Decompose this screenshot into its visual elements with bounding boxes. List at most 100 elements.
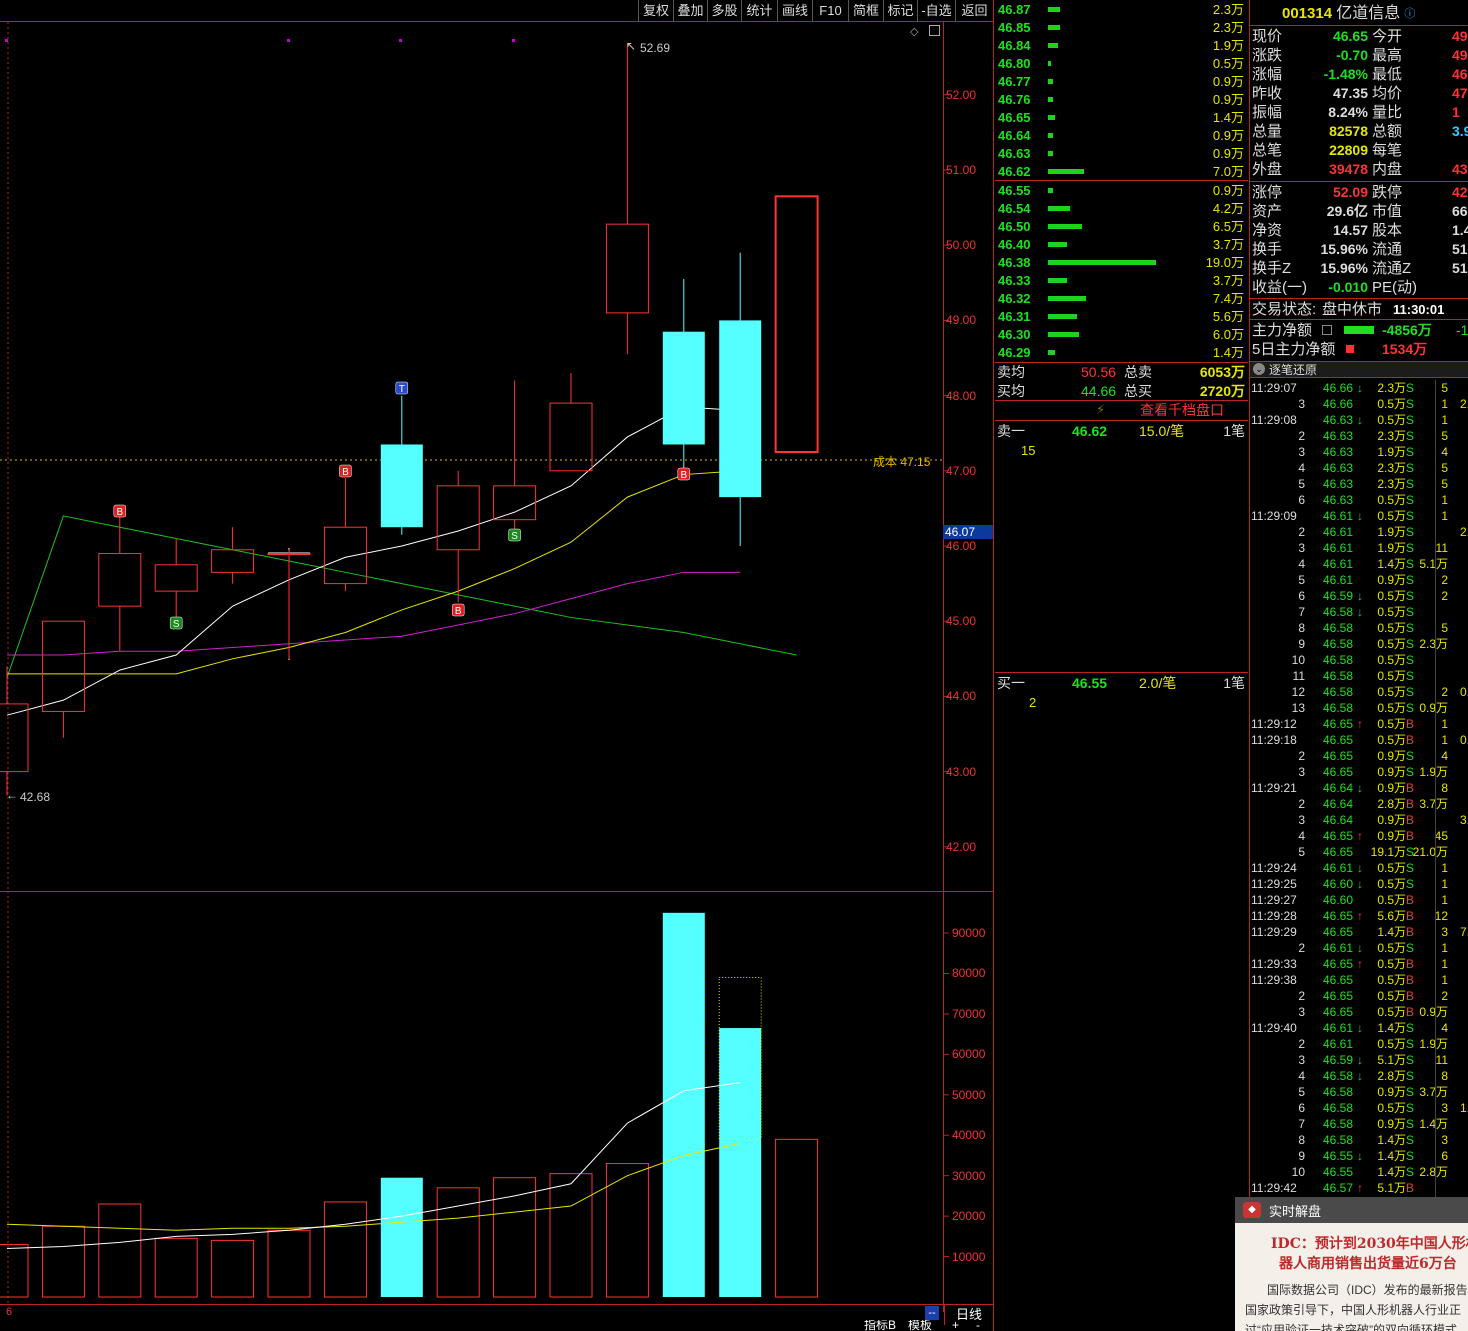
level-volume-bar xyxy=(1048,151,1053,156)
tick-count: 5 xyxy=(1441,381,1448,395)
level-volume: 6.0万 xyxy=(1212,327,1244,342)
tick-count: 3.7万 xyxy=(1419,1085,1448,1099)
fundamental-stat-row: 净资 14.57股本 1.41 xyxy=(1252,221,1468,240)
view-depth-link[interactable]: 查看千档盘口 xyxy=(1140,401,1224,419)
tick-price: 46.58 xyxy=(1323,669,1354,683)
ask-level-row[interactable]: 46.65 1.4万 xyxy=(996,109,1248,127)
main-flow-row: 主力净额 -4856万 -1 xyxy=(1252,321,1468,340)
tick-time: 2 xyxy=(1298,989,1305,1003)
ask-level-row[interactable]: 46.76 0.9万 xyxy=(996,91,1248,109)
info-icon[interactable]: ⓘ xyxy=(1404,8,1415,20)
ask-level-row[interactable]: 46.62 7.0万 xyxy=(996,163,1248,181)
stat-label: 收益(一) xyxy=(1252,279,1307,296)
stat-label: 涨跌 xyxy=(1252,47,1283,64)
tick-time: 11:29:38 xyxy=(1251,973,1297,987)
bid-level-row[interactable]: 46.29 1.4万 xyxy=(996,344,1248,362)
tick-count: 5 xyxy=(1441,621,1448,635)
level-price: 46.62 xyxy=(998,164,1031,179)
tick-time: 5 xyxy=(1298,1085,1305,1099)
bid-level-row[interactable]: 46.54 4.2万 xyxy=(996,200,1248,218)
level-volume: 2.3万 xyxy=(1212,2,1244,17)
stat-value: -0.70 xyxy=(1336,47,1368,63)
tick-side: S xyxy=(1406,509,1415,523)
ask-level-row[interactable]: 46.77 0.9万 xyxy=(996,73,1248,91)
signal-dot xyxy=(512,39,515,42)
tick-volume: 0.5万 xyxy=(1377,653,1406,667)
volume-bar xyxy=(380,1177,423,1297)
level-volume: 0.5万 xyxy=(1212,56,1244,71)
ask1-row[interactable]: 卖一 46.62 15.0/笔 1笔 15 xyxy=(997,422,1247,462)
ask-level-row[interactable]: 46.84 1.9万 xyxy=(996,37,1248,55)
stat-value: 46 xyxy=(1452,66,1468,82)
candle-body xyxy=(662,331,705,445)
tick-price: 46.63 xyxy=(1323,445,1354,459)
tab-indicator[interactable]: 指标B xyxy=(864,1320,896,1331)
price-tick-label: 45.00 xyxy=(946,614,977,629)
price-tick-label: 43.00 xyxy=(946,764,977,779)
tick-count: 3 xyxy=(1441,1101,1448,1115)
volume-tick-label: 70000 xyxy=(952,1006,986,1021)
bid-level-row[interactable]: 46.55 0.9万 xyxy=(996,182,1248,200)
news-title-line2[interactable]: 器人商用销售出货量近6万台 xyxy=(1279,1253,1457,1273)
tick-price: 46.61 xyxy=(1323,1021,1354,1035)
tick-header-bar[interactable]: ⌄ 逐笔还原 xyxy=(1250,361,1468,378)
bid-level-row[interactable]: 46.33 3.7万 xyxy=(996,272,1248,290)
tick-time: 2 xyxy=(1298,1037,1305,1051)
tick-count: 1 xyxy=(1441,877,1448,891)
volume-bar xyxy=(41,1225,85,1298)
chevron-down-icon[interactable]: ⌄ xyxy=(1253,363,1265,375)
tab-plus[interactable]: + xyxy=(952,1320,959,1331)
bid-level-row[interactable]: 46.40 3.7万 xyxy=(996,236,1248,254)
bid-level-row[interactable]: 46.38 19.0万 xyxy=(996,254,1248,272)
tick-price: 46.65 xyxy=(1323,989,1354,1003)
tick-price: 46.57 xyxy=(1323,1181,1354,1195)
bid-level-row[interactable]: 46.50 6.5万 xyxy=(996,218,1248,236)
stock-code: 001314 xyxy=(1282,5,1333,22)
scroll-button[interactable]: -- xyxy=(925,1306,939,1320)
candle-body xyxy=(267,553,311,556)
tick-arrow: ↑ xyxy=(1357,957,1363,971)
bid-level-row[interactable]: 46.32 7.4万 xyxy=(996,290,1248,308)
tick-price: 46.58 xyxy=(1323,685,1354,699)
tick-volume: 0.5万 xyxy=(1377,941,1406,955)
volume-tick-label: 90000 xyxy=(952,926,986,941)
level-price: 46.80 xyxy=(998,56,1031,71)
table-icon[interactable] xyxy=(1322,325,1332,335)
level-volume-bar xyxy=(1048,350,1055,355)
news-title-line1[interactable]: IDC：预计到2030年中国人形机 xyxy=(1271,1233,1468,1253)
tick-time: 11:29:29 xyxy=(1251,925,1297,939)
candle-body xyxy=(154,564,198,592)
tick-count: 45 xyxy=(1434,829,1448,843)
tab-minus[interactable]: - xyxy=(976,1320,980,1331)
bid1-row[interactable]: 买一 46.55 2.0/笔 1笔 2 xyxy=(997,674,1247,714)
tick-side: S xyxy=(1406,1165,1415,1179)
tick-side: S xyxy=(1406,573,1415,587)
kline-chart[interactable]: B S B T B S B xyxy=(0,0,994,1331)
tick-time: 11:29:12 xyxy=(1251,717,1297,731)
bid-level-row[interactable]: 46.30 6.0万 xyxy=(996,326,1248,344)
stat-label: 总量 xyxy=(1252,123,1283,140)
level-volume-bar xyxy=(1048,169,1084,174)
level-volume: 4.2万 xyxy=(1212,201,1244,216)
signal-dot xyxy=(287,39,290,42)
diamond-icon[interactable]: ◇ xyxy=(910,25,918,38)
ask-level-row[interactable]: 46.63 0.9万 xyxy=(996,145,1248,163)
ask-level-row[interactable]: 46.64 0.9万 xyxy=(996,127,1248,145)
tick-price: 46.63 xyxy=(1323,477,1354,491)
tab-template[interactable]: 模板 xyxy=(908,1320,932,1331)
ask-level-row[interactable]: 46.80 0.5万 xyxy=(996,55,1248,73)
tick-side: S xyxy=(1406,589,1415,603)
stat-value: 39478 xyxy=(1329,161,1368,177)
window-icon[interactable] xyxy=(929,25,940,36)
ask-level-row[interactable]: 46.85 2.3万 xyxy=(996,19,1248,37)
bottom-tabs: 指标B 模板 + - xyxy=(860,1320,994,1331)
news-popup[interactable]: ◆ 实时解盘 IDC：预计到2030年中国人形机 器人商用销售出货量近6万台 国… xyxy=(1235,1197,1468,1331)
tick-price: 46.65 xyxy=(1323,829,1354,843)
tick-time: 2 xyxy=(1298,941,1305,955)
bid-level-row[interactable]: 46.31 5.6万 xyxy=(996,308,1248,326)
stat-label: 内盘 xyxy=(1372,161,1403,178)
tick-side: S xyxy=(1406,701,1415,715)
tick-time: 7 xyxy=(1298,1117,1305,1131)
stat-value: 22809 xyxy=(1329,142,1368,158)
ask-level-row[interactable]: 46.87 2.3万 xyxy=(996,1,1248,19)
